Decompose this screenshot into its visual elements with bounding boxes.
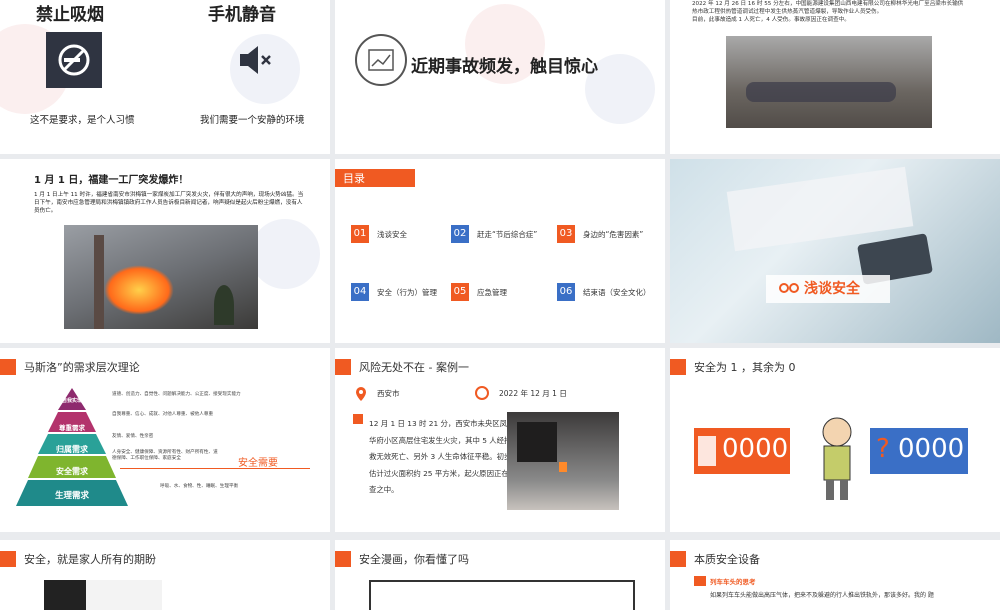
paper-bg — [726, 166, 914, 252]
toc-label: 浅谈安全 — [377, 229, 407, 239]
toc-item[interactable]: 02 赶走“节后综合症” — [451, 225, 537, 243]
slide-1[interactable]: 禁止吸烟 手机静音 这不是要求，是个人习惯 我们需要一个安静的环境 — [0, 0, 330, 154]
slide-title: 风险无处不在 - 案例一 — [359, 361, 469, 374]
slide-title: 安全漫画，你看懂了吗 — [359, 553, 469, 566]
clock-icon — [475, 386, 489, 400]
pyramid-level-label: 自我实现 — [61, 398, 82, 404]
chart-icon — [355, 34, 407, 86]
toc-label: 身边的“危害因素” — [583, 229, 644, 239]
news-text: 2022 年 12 月 26 日 16 时 55 分左右，中国能源建设集团山西电… — [692, 0, 992, 24]
toc-number: 01 — [351, 225, 369, 243]
title-bar: 马斯洛”的需求层次理论 — [0, 358, 140, 376]
news-body: 1 月 1 日上午 11 时许，福建省南安市洪梅镇一家煤炭加工厂突发火灾，伴有很… — [34, 192, 304, 214]
bg-figure — [250, 219, 320, 289]
toc-number: 04 — [351, 283, 369, 301]
toc-label: 赶走“节后综合症” — [477, 229, 538, 239]
highlight-label: 安全需要 — [238, 458, 278, 469]
body-text: 如果列车车头能做出高压气体，把来不及躲避的行人推出铁轨外，那该多好。我的 题 — [710, 592, 934, 599]
case-body: 12 月 1 日 13 时 21 分，西安市未央区凤鸣华府小区高层住宅发生火灾，… — [369, 419, 517, 494]
slide-9[interactable]: 安全为 1 ，其余为 0 0000 ? 0000 — [670, 348, 1000, 532]
toc-label: 安全（行为）管理 — [377, 287, 437, 297]
pyramid-level-label: 安全需求 — [56, 467, 88, 476]
sub-title: 列车车头的思考 — [710, 578, 756, 586]
train-icon — [694, 576, 706, 586]
title-bar: 安全，就是家人所有的期盼 — [0, 550, 156, 568]
cartoon-figure — [806, 414, 868, 504]
slide-title: 安全，就是家人所有的期盼 — [24, 553, 156, 566]
news-line-1: 2022 年 12 月 26 日 16 时 55 分左右，中国能源建设集团山西电… — [692, 1, 964, 7]
right-number-box: ? 0000 — [870, 428, 968, 474]
highlight-line — [120, 468, 310, 469]
toc-number: 05 — [451, 283, 469, 301]
toc-label: 应急管理 — [477, 287, 507, 297]
toc-item[interactable]: 01 浅谈安全 — [351, 225, 407, 243]
no-smoking-icon — [46, 32, 102, 88]
fire-building-photo — [507, 412, 619, 510]
toc-item[interactable]: 06 结束语（安全文化） — [557, 283, 651, 301]
title-bar: 安全为 1 ，其余为 0 — [670, 358, 796, 376]
slide-8[interactable]: 风险无处不在 - 案例一 西安市 2022 年 12 月 1 日 12 月 1 … — [335, 348, 665, 532]
pyramid-level-label: 尊重需求 — [59, 424, 85, 432]
question-mark: ? — [876, 434, 890, 464]
slide-5[interactable]: 目录 01 浅谈安全 02 赶走“节后综合症” 03 身边的“危害因素” 04 安全（行为）管… — [335, 159, 665, 343]
toc-number: 06 — [557, 283, 575, 301]
news-line-2: 热市政工程供热管道调试过程中发生供热蒸汽管道爆裂，导致作业人员受伤。 — [692, 9, 883, 15]
toc-number: 02 — [451, 225, 469, 243]
link-icon — [778, 279, 800, 297]
location-icon — [355, 386, 367, 401]
mute-phone-title: 手机静音 — [208, 5, 276, 25]
photo-thumb — [86, 580, 162, 610]
slide-title: 近期事故频发，触目惊心 — [411, 57, 598, 77]
no-smoking-caption: 这不是要求，是个人习惯 — [30, 115, 135, 126]
chat-icon — [353, 414, 363, 424]
toc-item[interactable]: 04 安全（行为）管理 — [351, 283, 437, 301]
slide-6[interactable]: 浅谈安全 — [670, 159, 1000, 343]
toc-item[interactable]: 05 应急管理 — [451, 283, 507, 301]
pyramid-note: 呼吸、水、食物、性、睡眠、生理平衡 — [160, 484, 239, 489]
slide-title: 安全为 1 ，其余为 0 — [694, 361, 796, 374]
place-label: 西安市 — [377, 389, 400, 398]
left-number: 0000 — [722, 434, 789, 464]
explosion-photo — [64, 225, 258, 329]
toc-header-bar: 目录 — [335, 169, 415, 187]
figure-icon — [698, 436, 716, 466]
slide-title: 1 月 1 日，福建一工厂突发爆炸！ — [34, 175, 189, 186]
accident-photo — [726, 36, 932, 128]
no-smoking-title: 禁止吸烟 — [36, 5, 104, 25]
title-bar: 安全漫画，你看懂了吗 — [335, 550, 469, 568]
pyramid-note: 人身安全、健康保障、资源所有性、财产所有性、道德保障、工作职位保障、家庭安全 — [112, 450, 218, 461]
title-bar: 风险无处不在 - 案例一 — [335, 358, 469, 376]
pyramid-level-label: 生理需求 — [54, 491, 89, 501]
slide-2[interactable]: 近期事故频发，触目惊心 — [335, 0, 665, 154]
slide-4[interactable]: 1 月 1 日，福建一工厂突发爆炸！ 1 月 1 日上午 11 时许，福建省南安… — [0, 159, 330, 343]
mute-icon — [236, 40, 276, 80]
left-number-box: 0000 — [694, 428, 790, 474]
mute-caption: 我们需要一个安静的环境 — [200, 115, 305, 126]
title-bar: 本质安全设备 — [670, 550, 760, 568]
comic-frame — [369, 580, 635, 610]
slide-title: 马斯洛”的需求层次理论 — [24, 361, 140, 374]
toc-title: 目录 — [343, 172, 365, 185]
right-number: 0000 — [898, 434, 965, 464]
slide-title: 浅谈安全 — [804, 281, 860, 297]
date-label: 2022 年 12 月 1 日 — [499, 389, 567, 398]
toc-number: 03 — [557, 225, 575, 243]
slide-grid: 禁止吸烟 手机静音 这不是要求，是个人习惯 我们需要一个安静的环境 近期事故频发… — [0, 0, 1000, 610]
slide-3[interactable]: 2022 年 12 月 26 日 16 时 55 分左右，中国能源建设集团山西电… — [670, 0, 1000, 154]
toc-item[interactable]: 03 身边的“危害因素” — [557, 225, 643, 243]
toc-label: 结束语（安全文化） — [583, 287, 651, 297]
pyramid-note: 自我尊重、信心、成就、对他人尊重、被他人尊重 — [112, 412, 214, 417]
slide-title: 本质安全设备 — [694, 553, 760, 566]
pyramid-note: 道德、创造力、自觉性、问题解决能力、公正度、接受现实能力 — [112, 392, 241, 397]
pyramid-note: 友情、爱情、性亲密 — [112, 434, 154, 439]
news-line-3: 目前，此事故造成 1 人死亡，4 人受伤。事故原因正在调查中。 — [692, 17, 850, 23]
slide-7[interactable]: 马斯洛”的需求层次理论 自我实现 尊重需求 归属需求 安全需求 生理需求 道德、创造力、… — [0, 348, 330, 532]
